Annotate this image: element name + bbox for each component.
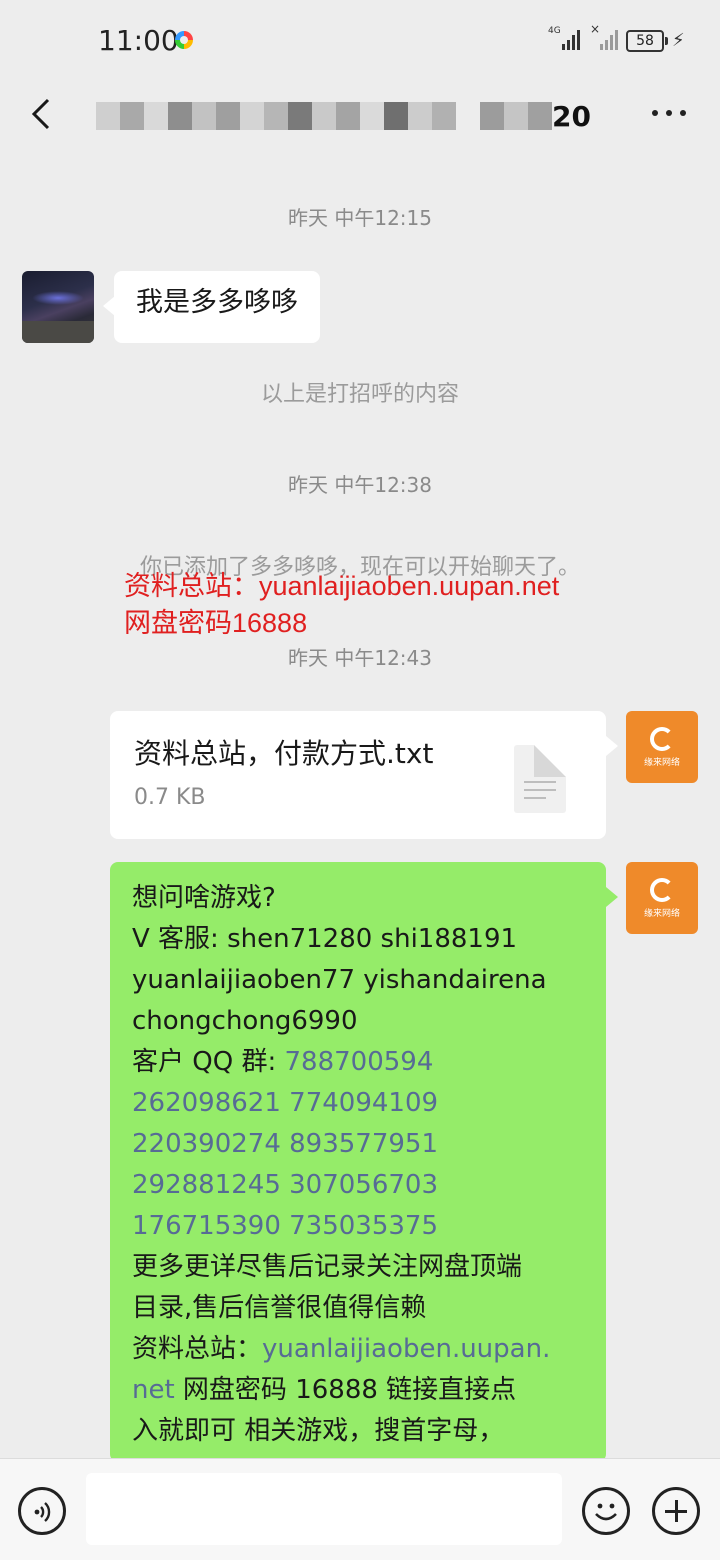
- site-link[interactable]: yuanlaijiaoben.uupan.: [262, 1334, 550, 1364]
- emoji-icon[interactable]: [582, 1487, 630, 1535]
- notification-icon: [175, 31, 193, 49]
- my-avatar[interactable]: 缘来网络: [626, 862, 698, 934]
- site-link[interactable]: net: [132, 1375, 175, 1405]
- qq-group-label: 客户 QQ 群:: [132, 1047, 285, 1077]
- qq-number-link[interactable]: 176715390 735035375: [132, 1206, 584, 1247]
- timestamp: 昨天 中午12:15: [288, 206, 432, 230]
- voice-icon[interactable]: [18, 1487, 66, 1535]
- file-icon: [514, 745, 566, 813]
- message-line: 目录,售后信誉很值得信赖: [132, 1293, 427, 1323]
- message-line: yuanlaijiaoben77 yishandairena: [132, 965, 547, 995]
- chat-title: 20: [96, 96, 591, 136]
- message-line: 入就即可 相关游戏，搜首字母，: [132, 1416, 505, 1446]
- back-icon[interactable]: [28, 94, 58, 134]
- battery-level: 58: [636, 33, 654, 49]
- overlay-text-line2: 网盘密码16888: [124, 608, 308, 638]
- my-avatar[interactable]: 缘来网络: [626, 711, 698, 783]
- qq-number-link[interactable]: 220390274 893577951: [132, 1124, 584, 1165]
- qq-number-link[interactable]: 262098621: [132, 1088, 281, 1118]
- long-message-text: 想问啥游戏? V 客服: shen71280 shi188191 yuanlai…: [110, 862, 606, 1452]
- bubble-tail: [606, 887, 618, 907]
- brand-text: 缘来网络: [643, 758, 680, 768]
- status-bar: 11:00 4G × 58 ⚡: [0, 0, 720, 80]
- file-size: 0.7 KB: [134, 785, 206, 810]
- greeting-text: 我是多多哆哆: [136, 287, 298, 318]
- greeting-bubble[interactable]: 我是多多哆哆: [114, 271, 320, 343]
- message-line: chongchong6990: [132, 1006, 358, 1036]
- qq-number-link[interactable]: 774094109: [281, 1088, 438, 1118]
- message-line: 262098621 774094109: [132, 1083, 584, 1124]
- title-suffix: 20: [552, 99, 591, 133]
- qq-number-link[interactable]: 788700594: [284, 1047, 433, 1077]
- message-line: 客户 QQ 群: 788700594: [132, 1042, 584, 1083]
- network-type: 4G: [548, 26, 561, 36]
- password-text: 网盘密码 16888 链接直接点: [174, 1375, 517, 1405]
- message-input[interactable]: [86, 1473, 562, 1545]
- charging-icon: ⚡: [672, 30, 685, 51]
- plus-icon[interactable]: [652, 1487, 700, 1535]
- greeting-caption: 以上是打招呼的内容: [260, 382, 459, 407]
- message-line: 更多更详尽售后记录关注网盘顶端: [132, 1252, 523, 1282]
- message-line: net 网盘密码 16888 链接直接点: [132, 1370, 584, 1411]
- overlay-text-line1: 资料总站：yuanlaijiaoben.uupan.net: [124, 571, 560, 601]
- brand-logo-icon: [650, 878, 674, 902]
- message-line: 想问啥游戏?: [132, 883, 276, 913]
- timestamp: 昨天 中午12:43: [288, 646, 432, 670]
- input-bar: [0, 1458, 720, 1560]
- secondary-signal-icon: ×: [590, 22, 618, 50]
- site-label: 资料总站：: [132, 1334, 263, 1364]
- status-time: 11:00: [98, 24, 179, 57]
- battery-icon: 58: [626, 30, 668, 52]
- long-message[interactable]: 想问啥游戏? V 客服: shen71280 shi188191 yuanlai…: [110, 862, 606, 1462]
- brand-logo-icon: [650, 727, 674, 751]
- timestamp: 昨天 中午12:38: [288, 473, 432, 497]
- message-line: V 客服: shen71280 shi188191: [132, 924, 518, 954]
- brand-text: 缘来网络: [643, 909, 680, 919]
- chat-header: 20: [0, 80, 720, 156]
- message-line: 资料总站：yuanlaijiaoben.uupan.: [132, 1329, 584, 1370]
- contact-avatar[interactable]: [22, 271, 94, 343]
- qq-number-link[interactable]: 292881245 307056703: [132, 1165, 584, 1206]
- bubble-tail: [606, 736, 618, 756]
- file-name: 资料总站，付款方式.txt: [134, 737, 434, 770]
- cellular-signal-icon: 4G: [548, 26, 580, 50]
- file-message[interactable]: 资料总站，付款方式.txt 0.7 KB: [110, 711, 606, 839]
- blurred-name: [96, 102, 552, 130]
- more-icon[interactable]: [652, 110, 686, 118]
